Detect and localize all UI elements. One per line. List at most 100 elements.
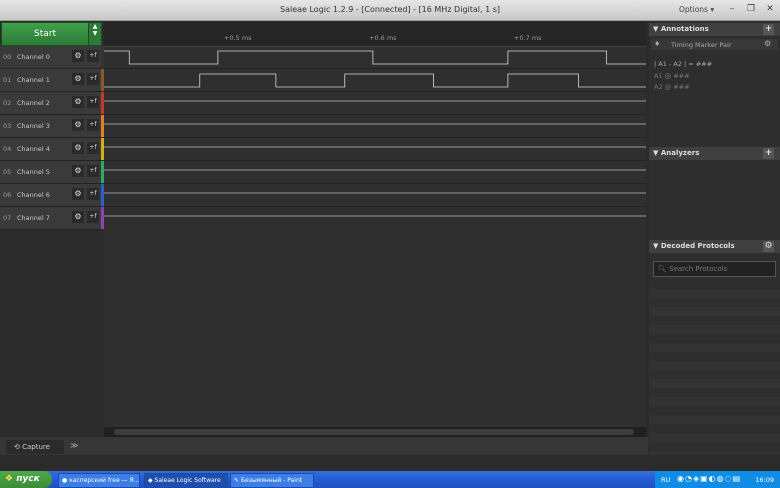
- channel-number: 00: [3, 53, 12, 61]
- trigger-icon[interactable]: +f: [87, 188, 99, 200]
- channel-name[interactable]: Channel 1: [17, 76, 50, 84]
- channel-row[interactable]: 02 Channel 2 ⚙ +f: [0, 92, 101, 115]
- app-icon: ◆: [148, 477, 153, 484]
- search-placeholder: Search Protocols: [669, 265, 728, 273]
- analyzers-header[interactable]: ▼ Analyzers +: [649, 147, 780, 160]
- tray-icons[interactable]: ◉◔◈▣◐◍◌▤: [677, 474, 741, 483]
- decoded-protocols-title: Decoded Protocols: [660, 242, 735, 250]
- channel-number: 04: [3, 145, 12, 153]
- language-indicator[interactable]: RU: [661, 476, 670, 484]
- channel-number: 06: [3, 191, 12, 199]
- trigger-icon[interactable]: +f: [87, 96, 99, 108]
- channel-name[interactable]: Channel 2: [17, 99, 50, 107]
- decoded-protocols-header[interactable]: ▼ Decoded Protocols ⚙: [649, 240, 780, 253]
- channel-row[interactable]: 07 Channel 7 ⚙ +f: [0, 207, 101, 230]
- windows-logo-icon: ❖: [5, 474, 14, 484]
- gear-icon[interactable]: ⚙: [72, 96, 84, 108]
- gear-icon[interactable]: ⚙: [72, 211, 84, 223]
- collapse-icon[interactable]: ▼: [653, 25, 658, 33]
- time-tick-label: +0.5 ms: [224, 34, 252, 42]
- pin-icon: ♦: [654, 40, 661, 48]
- horizontal-scrollbar[interactable]: [104, 427, 646, 437]
- gear-icon[interactable]: ⚙: [72, 188, 84, 200]
- windows-start-button[interactable]: ❖ пуск: [0, 471, 52, 488]
- gear-icon[interactable]: ⚙: [764, 39, 771, 48]
- clock: 16:09: [755, 476, 774, 484]
- trigger-icon[interactable]: +f: [87, 165, 99, 177]
- capture-icon: ⟲: [14, 443, 20, 451]
- timing-marker-label: Timing Marker Pair: [671, 41, 732, 49]
- channel-number: 01: [3, 76, 12, 84]
- gear-icon[interactable]: ⚙: [72, 119, 84, 131]
- search-protocols-input[interactable]: 🔍︎ Search Protocols: [653, 261, 776, 277]
- capture-tab-label: Capture: [22, 443, 50, 451]
- gear-icon[interactable]: ⚙: [763, 241, 774, 252]
- start-label: пуск: [16, 474, 40, 484]
- channel-name[interactable]: Channel 5: [17, 168, 50, 176]
- trigger-icon[interactable]: +f: [87, 73, 99, 85]
- taskbar-item-label: касперский free — Я...: [69, 477, 140, 484]
- add-analyzer-button[interactable]: +: [763, 148, 774, 159]
- channel-name[interactable]: Channel 6: [17, 191, 50, 199]
- scrollbar-thumb[interactable]: [114, 429, 634, 435]
- title-bar: Saleae Logic 1.2.9 - [Connected] - [16 M…: [0, 0, 780, 21]
- trigger-icon[interactable]: +f: [87, 119, 99, 131]
- taskbar-item[interactable]: ◆ Saleae Logic Software: [144, 473, 228, 488]
- minimize-icon[interactable]: –: [725, 3, 739, 16]
- channel-number: 05: [3, 168, 12, 176]
- system-tray: RU ◉◔◈▣◐◍◌▤ 16:09: [655, 471, 780, 488]
- bottom-bar: [0, 437, 648, 455]
- channel-name[interactable]: Channel 3: [17, 122, 50, 130]
- start-button[interactable]: Start: [1, 22, 89, 46]
- channel-name[interactable]: Channel 0: [17, 53, 50, 61]
- time-tick-label: +0.7 ms: [514, 34, 542, 42]
- taskbar-item-label: Безымянный - Paint: [240, 477, 303, 484]
- restore-icon[interactable]: ❐: [744, 3, 758, 16]
- annotations-title: Annotations: [660, 25, 709, 33]
- digital-trace: [104, 50, 646, 65]
- expand-icon[interactable]: ≫: [70, 441, 78, 450]
- app-icon: ✎: [234, 477, 240, 484]
- trigger-icon[interactable]: +f: [87, 50, 99, 62]
- trigger-icon[interactable]: +f: [87, 142, 99, 154]
- gear-icon[interactable]: ⚙: [72, 50, 84, 62]
- channel-name[interactable]: Channel 7: [17, 214, 50, 222]
- channel-row[interactable]: 06 Channel 6 ⚙ +f: [0, 184, 101, 207]
- gear-icon[interactable]: ⚙: [72, 142, 84, 154]
- channel-number: 02: [3, 99, 12, 107]
- window-title: Saleae Logic 1.2.9 - [Connected] - [16 M…: [279, 5, 501, 14]
- channel-row[interactable]: 00 Channel 0 ⚙ +f: [0, 46, 101, 69]
- trigger-icon[interactable]: +f: [87, 211, 99, 223]
- taskbar-item[interactable]: ✎ Безымянный - Paint: [230, 473, 314, 488]
- time-ruler[interactable]: +0.5 ms +0.6 ms +0.7 ms: [104, 22, 646, 47]
- taskbar-item-label: Saleae Logic Software: [154, 477, 221, 484]
- search-icon: 🔍︎: [658, 265, 667, 273]
- channel-number: 03: [3, 122, 12, 130]
- add-annotation-button[interactable]: +: [763, 24, 774, 35]
- gear-icon[interactable]: ⚙: [72, 73, 84, 85]
- channel-number: 07: [3, 214, 12, 222]
- channel-name[interactable]: Channel 4: [17, 145, 50, 153]
- channel-row[interactable]: 04 Channel 4 ⚙ +f: [0, 138, 101, 161]
- decoded-protocols-list[interactable]: [649, 280, 780, 455]
- timing-marker-row[interactable]: ♦ Timing Marker Pair ⚙: [651, 39, 778, 50]
- channel-row[interactable]: 05 Channel 5 ⚙ +f: [0, 161, 101, 184]
- capture-tab[interactable]: ⟲ Capture: [6, 440, 64, 454]
- collapse-icon[interactable]: ▼: [653, 149, 658, 157]
- digital-trace: [104, 73, 646, 88]
- time-tick-label: +0.6 ms: [369, 34, 397, 42]
- a2-readout: A2 @ ###: [654, 83, 690, 91]
- gear-icon[interactable]: ⚙: [72, 165, 84, 177]
- annotations-header[interactable]: ▼ Annotations +: [649, 23, 780, 36]
- options-menu[interactable]: Options ▾: [679, 5, 714, 14]
- collapse-icon[interactable]: ▼: [653, 242, 658, 250]
- taskbar-item[interactable]: ● касперский free — Я...: [58, 473, 140, 488]
- waveform-traces: [104, 50, 646, 217]
- close-icon[interactable]: ✕: [763, 3, 777, 16]
- analyzers-title: Analyzers: [660, 149, 700, 157]
- app-icon: ●: [62, 477, 68, 484]
- channel-row[interactable]: 03 Channel 3 ⚙ +f: [0, 115, 101, 138]
- a1-readout: A1 @ ###: [654, 72, 690, 80]
- channel-row[interactable]: 01 Channel 1 ⚙ +f: [0, 69, 101, 92]
- start-options-arrow-icon[interactable]: ▲ ▼: [88, 22, 102, 46]
